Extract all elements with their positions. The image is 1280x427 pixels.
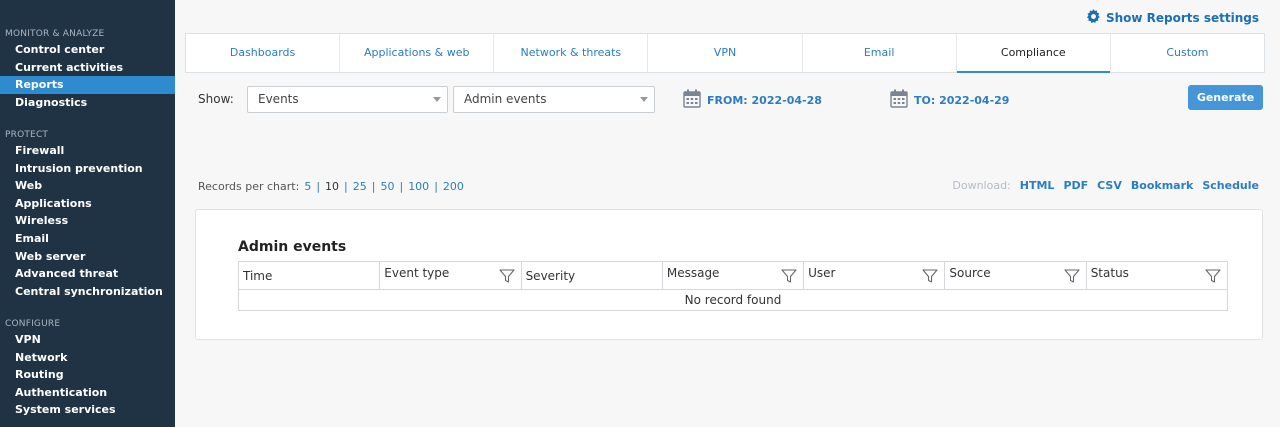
records-option-50[interactable]: 50 bbox=[380, 180, 394, 193]
calendar-icon bbox=[683, 89, 701, 111]
records-per-chart-label: Records per chart: bbox=[198, 180, 300, 193]
filter-icon[interactable] bbox=[781, 268, 797, 284]
column-label: Severity bbox=[525, 269, 576, 283]
sidebar-item-web[interactable]: Web bbox=[0, 177, 175, 195]
tab-network-and-threats[interactable]: Network & threats bbox=[494, 34, 649, 72]
from-date-label: FROM: 2022-04-28 bbox=[707, 93, 822, 107]
report-table: Time Event type Severity Message User Source S… bbox=[238, 261, 1228, 311]
sidebar-item-reports[interactable]: Reports bbox=[0, 76, 175, 94]
sidebar-item-diagnostics[interactable]: Diagnostics bbox=[0, 94, 175, 112]
sidebar: MONITOR & ANALYZE Control center Current a… bbox=[0, 0, 175, 427]
column-label: Source bbox=[949, 266, 991, 280]
from-date-picker[interactable]: FROM: 2022-04-28 bbox=[683, 89, 822, 111]
to-date-label: TO: 2022-04-29 bbox=[914, 93, 1010, 107]
sidebar-item-advanced-threat[interactable]: Advanced threat bbox=[0, 265, 175, 283]
report-panel: Admin events Time Event type Severity Messa… bbox=[195, 209, 1263, 340]
chevron-down-icon bbox=[433, 97, 441, 102]
download-schedule-link[interactable]: Schedule bbox=[1202, 179, 1259, 192]
separator: | bbox=[399, 180, 404, 193]
column-label: Status bbox=[1090, 266, 1129, 280]
tab-applications-and-web[interactable]: Applications & web bbox=[340, 34, 495, 72]
records-option-100[interactable]: 100 bbox=[408, 180, 429, 193]
sidebar-item-wireless[interactable]: Wireless bbox=[0, 212, 175, 230]
separator: | bbox=[344, 180, 348, 193]
chevron-down-icon bbox=[640, 97, 648, 102]
report-type-select[interactable]: Admin events bbox=[453, 86, 655, 113]
event-category-value: Events bbox=[258, 92, 299, 106]
sidebar-item-intrusion-prevention[interactable]: Intrusion prevention bbox=[0, 160, 175, 178]
filter-icon[interactable] bbox=[1064, 268, 1080, 284]
column-user[interactable]: User bbox=[804, 262, 946, 289]
records-option-10[interactable]: 10 bbox=[325, 180, 339, 193]
sidebar-item-network[interactable]: Network bbox=[0, 349, 175, 367]
show-label: Show: bbox=[198, 92, 234, 106]
calendar-icon bbox=[890, 89, 908, 111]
column-source[interactable]: Source bbox=[945, 262, 1087, 289]
report-type-value: Admin events bbox=[464, 92, 547, 106]
download-label: Download: bbox=[952, 179, 1011, 192]
sidebar-item-web-server[interactable]: Web server bbox=[0, 248, 175, 266]
sidebar-item-authentication[interactable]: Authentication bbox=[0, 384, 175, 402]
records-option-5[interactable]: 5 bbox=[304, 180, 311, 193]
event-category-select[interactable]: Events bbox=[247, 86, 448, 113]
column-label: Event type bbox=[384, 266, 450, 280]
column-time[interactable]: Time bbox=[239, 262, 381, 289]
tab-vpn[interactable]: VPN bbox=[648, 34, 803, 72]
sidebar-section-title: MONITOR & ANALYZE bbox=[5, 29, 105, 39]
sidebar-item-email[interactable]: Email bbox=[0, 230, 175, 248]
download-pdf-link[interactable]: PDF bbox=[1063, 179, 1088, 192]
tab-custom[interactable]: Custom bbox=[1111, 34, 1264, 72]
download-html-link[interactable]: HTML bbox=[1020, 179, 1055, 192]
gear-icon bbox=[1086, 9, 1101, 27]
filter-icon[interactable] bbox=[1205, 268, 1221, 284]
show-reports-settings-link[interactable]: Show Reports settings bbox=[1086, 9, 1259, 27]
generate-button[interactable]: Generate bbox=[1188, 85, 1263, 110]
filter-icon[interactable] bbox=[499, 268, 515, 284]
sidebar-section-title: PROTECT bbox=[5, 130, 49, 140]
sidebar-item-routing[interactable]: Routing bbox=[0, 366, 175, 384]
records-option-200[interactable]: 200 bbox=[443, 180, 464, 193]
sidebar-item-applications[interactable]: Applications bbox=[0, 195, 175, 213]
column-severity[interactable]: Severity bbox=[522, 262, 663, 289]
empty-message: No record found bbox=[684, 293, 782, 307]
tab-email[interactable]: Email bbox=[803, 34, 957, 72]
to-date-picker[interactable]: TO: 2022-04-29 bbox=[890, 89, 1009, 111]
column-label: User bbox=[808, 266, 836, 280]
separator: | bbox=[316, 180, 321, 193]
table-header: Time Event type Severity Message User Source S… bbox=[239, 262, 1227, 290]
sidebar-item-system-services[interactable]: System services bbox=[0, 401, 175, 419]
sidebar-item-firewall[interactable]: Firewall bbox=[0, 142, 175, 160]
separator: | bbox=[434, 180, 438, 193]
column-message[interactable]: Message bbox=[663, 262, 805, 289]
report-tabs: Dashboards Applications & web Network & th… bbox=[185, 33, 1265, 73]
sidebar-item-vpn[interactable]: VPN bbox=[0, 331, 175, 349]
tab-dashboards[interactable]: Dashboards bbox=[186, 34, 341, 72]
download-csv-link[interactable]: CSV bbox=[1097, 179, 1122, 192]
sidebar-section-title: CONFIGURE bbox=[5, 319, 61, 329]
show-reports-settings-label: Show Reports settings bbox=[1105, 11, 1259, 25]
tab-compliance[interactable]: Compliance bbox=[956, 34, 1111, 73]
separator: | bbox=[371, 180, 376, 193]
sidebar-item-control-center[interactable]: Control center bbox=[0, 41, 175, 59]
report-title: Admin events bbox=[238, 239, 347, 255]
column-label: Time bbox=[243, 269, 273, 283]
column-event-type[interactable]: Event type bbox=[380, 262, 522, 289]
download-bookmark-link[interactable]: Bookmark bbox=[1131, 179, 1193, 192]
sidebar-item-central-synchronization[interactable]: Central synchronization bbox=[0, 283, 175, 301]
column-label: Message bbox=[666, 266, 720, 280]
column-status[interactable]: Status bbox=[1087, 262, 1227, 289]
download-links: Download: HTML PDF CSV Bookmark Schedule bbox=[952, 179, 1259, 192]
filter-icon[interactable] bbox=[922, 268, 938, 284]
sidebar-item-current-activities[interactable]: Current activities bbox=[0, 59, 175, 77]
records-per-chart: Records per chart: 5 | 10 | 25 | 50 | 100 | 200 bbox=[198, 180, 464, 193]
records-option-25[interactable]: 25 bbox=[353, 180, 367, 193]
